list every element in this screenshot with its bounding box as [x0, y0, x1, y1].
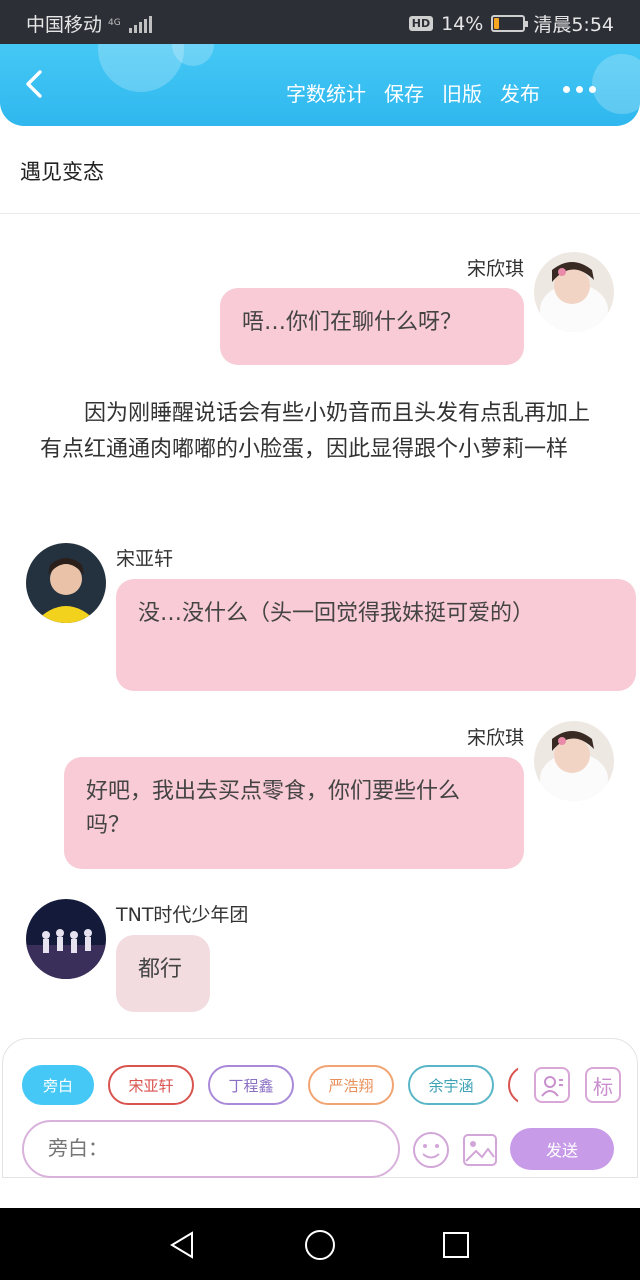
- clock: 清晨5:54: [533, 14, 614, 36]
- message-text: 好吧，我出去买点零食，你们要些什么吗？: [86, 779, 461, 838]
- network-type: 4G: [108, 18, 121, 28]
- status-bar: 中国移动 4G HD 14% 清晨5:54: [0, 0, 640, 44]
- battery-fill: [494, 18, 499, 29]
- message-bubble[interactable]: 好吧，我出去买点零食，你们要些什么吗？: [64, 757, 524, 869]
- avatar-tnt-group[interactable]: [26, 899, 106, 979]
- tag-icon[interactable]: 标: [585, 1067, 621, 1103]
- message-bubble[interactable]: 都行: [116, 935, 210, 1012]
- chip-next[interactable]: [508, 1065, 518, 1105]
- recents-nav-icon[interactable]: [442, 1231, 470, 1259]
- message-bubble[interactable]: 唔…你们在聊什么呀？: [220, 288, 524, 365]
- message-bubble[interactable]: 没…没什么（头一回觉得我妹挺可爱的）: [116, 579, 636, 691]
- signal-icon: [128, 15, 152, 33]
- word-count-button[interactable]: 字数统计: [286, 78, 366, 107]
- publish-button[interactable]: 发布: [500, 78, 540, 107]
- chip-yu-yuhan[interactable]: 余宇涵: [408, 1065, 494, 1105]
- message-text: 没…没什么（头一回觉得我妹挺可爱的）: [138, 601, 535, 626]
- sender-name: TNT时代少年团: [116, 904, 249, 926]
- avatar-song-yaxuan[interactable]: [26, 543, 106, 623]
- sender-name: 宋欣琪: [466, 258, 524, 280]
- old-version-button[interactable]: 旧版: [442, 78, 482, 107]
- decor-bubble: [98, 44, 184, 92]
- sender-name: 宋亚轩: [116, 548, 174, 570]
- top-toolbar: 字数统计 保存 旧版 发布: [0, 44, 640, 126]
- battery-percent: 14%: [441, 12, 484, 35]
- narration-text[interactable]: 因为刚睡醒说话会有些小奶音而且头发有点乱再加上有点红通通肉嘟嘟的小脸蛋，因此显得…: [40, 396, 600, 468]
- chip-narration[interactable]: 旁白: [22, 1065, 94, 1105]
- story-title: 遇见变态: [20, 160, 104, 184]
- chip-ding-chengxin[interactable]: 丁程鑫: [208, 1065, 294, 1105]
- home-nav-icon[interactable]: [304, 1229, 336, 1261]
- image-icon[interactable]: [462, 1133, 498, 1167]
- status-right: HD 14% 清晨5:54: [408, 10, 614, 37]
- system-nav-bar: [0, 1208, 640, 1280]
- emoji-icon[interactable]: [412, 1131, 450, 1169]
- status-left: 中国移动 4G: [26, 10, 152, 37]
- more-icon[interactable]: [563, 86, 596, 93]
- sender-name: 宋欣琪: [466, 727, 524, 749]
- character-profile-icon[interactable]: [534, 1067, 570, 1103]
- hd-icon: HD: [408, 16, 434, 31]
- back-arrow-icon[interactable]: [20, 68, 52, 100]
- avatar-song-xinqi[interactable]: [534, 721, 614, 801]
- decor-bubble: [592, 54, 640, 114]
- chip-song-yaxuan[interactable]: 宋亚轩: [108, 1065, 194, 1105]
- avatar-song-xinqi[interactable]: [534, 252, 614, 332]
- message-input[interactable]: [22, 1120, 400, 1178]
- toolbar-buttons: 字数统计 保存 旧版 发布: [286, 78, 540, 107]
- role-chip-bar[interactable]: 旁白 宋亚轩 丁程鑫 严浩翔 余宇涵: [22, 1065, 518, 1107]
- message-text: 唔…你们在聊什么呀？: [242, 310, 463, 335]
- battery-icon: [491, 15, 529, 32]
- story-title-row[interactable]: 遇见变态: [0, 126, 640, 214]
- save-button[interactable]: 保存: [384, 78, 424, 107]
- back-nav-icon[interactable]: [168, 1231, 196, 1259]
- send-button[interactable]: 发送: [510, 1128, 614, 1170]
- carrier-label: 中国移动: [26, 14, 103, 36]
- chip-yan-haoxiang[interactable]: 严浩翔: [308, 1065, 394, 1105]
- message-text: 都行: [138, 957, 183, 982]
